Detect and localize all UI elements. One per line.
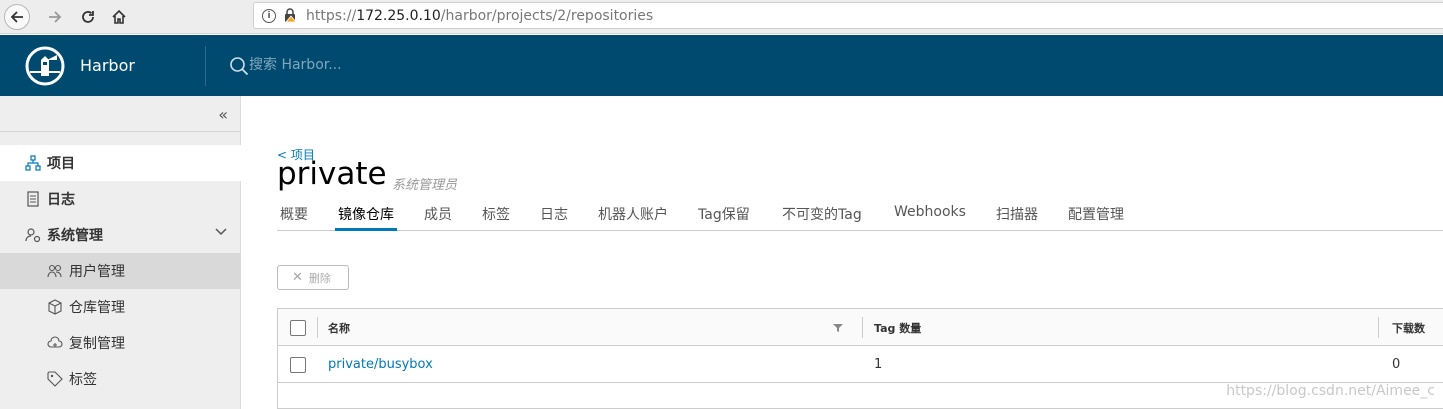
arrow-right-icon bbox=[49, 11, 62, 23]
tag-icon bbox=[47, 371, 63, 387]
repository-name-link[interactable]: private/busybox bbox=[328, 357, 433, 372]
table-header: 名称 Tag 数量 下载数 bbox=[278, 309, 1443, 346]
forward-button[interactable] bbox=[42, 4, 68, 30]
tab-logs[interactable]: 日志 bbox=[540, 204, 568, 224]
tag-count-cell: 1 bbox=[874, 357, 883, 372]
role-label: 系统管理员 bbox=[392, 178, 458, 193]
sidebar-item-users[interactable]: 用户管理 bbox=[0, 253, 241, 289]
sidebar-collapse-row: « bbox=[0, 96, 240, 132]
brand-name[interactable]: Harbor bbox=[80, 56, 135, 75]
delete-label: 删除 bbox=[308, 271, 331, 285]
watermark: https://blog.csdn.net/Aimee_c bbox=[1226, 383, 1435, 399]
sidebar-item-registries[interactable]: 仓库管理 bbox=[0, 289, 241, 325]
sidebar-item-labels[interactable]: 标签 bbox=[0, 361, 241, 397]
tab-summary[interactable]: 概要 bbox=[280, 204, 308, 224]
sidebar-item-label: 项目 bbox=[47, 156, 75, 172]
log-icon bbox=[27, 191, 39, 207]
search-icon bbox=[230, 57, 249, 76]
tab-labels[interactable]: 标签 bbox=[482, 204, 510, 224]
tab-repositories[interactable]: 镜像仓库 bbox=[338, 204, 394, 224]
delete-button[interactable]: ✕ 删除 bbox=[277, 265, 349, 290]
column-separator[interactable] bbox=[862, 317, 863, 338]
reload-button[interactable] bbox=[75, 4, 101, 30]
header-divider bbox=[205, 46, 206, 86]
column-separator bbox=[317, 317, 318, 338]
tab-scanners[interactable]: 扫描器 bbox=[996, 204, 1038, 224]
url-text: https://172.25.0.10/harbor/projects/2/re… bbox=[306, 7, 654, 24]
reload-icon bbox=[82, 11, 94, 23]
tab-bar: 概要 镜像仓库 成员 标签 日志 机器人账户 Tag保留 不可变的Tag Web… bbox=[277, 200, 1443, 231]
info-icon[interactable]: i bbox=[262, 8, 276, 23]
browser-toolbar: i https://172.25.0.10/harbor/projects/2/… bbox=[0, 0, 1443, 34]
column-header-name[interactable]: 名称 bbox=[328, 320, 350, 336]
registry-icon bbox=[48, 299, 62, 315]
replication-icon bbox=[47, 336, 63, 348]
chevron-down-icon[interactable] bbox=[215, 228, 227, 236]
address-bar[interactable]: i https://172.25.0.10/harbor/projects/2/… bbox=[253, 2, 1443, 29]
pull-count-cell: 0 bbox=[1392, 357, 1401, 372]
close-icon: ✕ bbox=[292, 270, 303, 285]
users-icon bbox=[47, 264, 62, 278]
sidebar-item-projects[interactable]: 项目 bbox=[0, 145, 241, 181]
column-header-tag-count[interactable]: Tag 数量 bbox=[874, 320, 921, 336]
lock-warning-icon[interactable] bbox=[283, 8, 297, 23]
sidebar: « 项目 日志 系统管理 用户管理 仓库管理 复制管理 标签 bbox=[0, 96, 241, 409]
sidebar-item-logs[interactable]: 日志 bbox=[0, 181, 241, 217]
home-icon bbox=[112, 9, 126, 24]
tab-robot-accounts[interactable]: 机器人账户 bbox=[598, 204, 668, 224]
tab-members[interactable]: 成员 bbox=[424, 204, 452, 224]
column-header-pulls[interactable]: 下载数 bbox=[1392, 320, 1425, 336]
main-content: < 项目 private 系统管理员 概要 镜像仓库 成员 标签 日志 机器人账… bbox=[242, 96, 1443, 409]
select-all-checkbox[interactable] bbox=[290, 320, 306, 336]
home-button[interactable] bbox=[106, 4, 132, 30]
sidebar-item-label: 标签 bbox=[69, 372, 97, 388]
active-tab-indicator bbox=[335, 228, 397, 231]
sidebar-item-label: 日志 bbox=[47, 192, 75, 208]
row-checkbox[interactable] bbox=[290, 357, 306, 373]
tab-immutable-tags[interactable]: 不可变的Tag bbox=[782, 204, 862, 224]
app-header: Harbor bbox=[0, 35, 1443, 96]
tab-configuration[interactable]: 配置管理 bbox=[1068, 204, 1124, 224]
collapse-sidebar-icon[interactable]: « bbox=[218, 105, 228, 124]
page-title: private bbox=[277, 156, 387, 192]
search-input[interactable] bbox=[249, 53, 509, 77]
projects-icon bbox=[25, 155, 41, 171]
sidebar-item-replication[interactable]: 复制管理 bbox=[0, 325, 241, 361]
tab-tag-retention[interactable]: Tag保留 bbox=[698, 204, 750, 224]
sidebar-item-label: 用户管理 bbox=[69, 264, 125, 280]
table-row: private/busybox 1 0 bbox=[278, 346, 1443, 383]
sidebar-item-admin[interactable]: 系统管理 bbox=[0, 217, 241, 253]
back-button[interactable] bbox=[4, 4, 30, 30]
sidebar-item-label: 复制管理 bbox=[69, 336, 125, 352]
harbor-logo-icon[interactable] bbox=[25, 46, 65, 86]
arrow-left-icon bbox=[10, 11, 23, 23]
sidebar-item-label: 系统管理 bbox=[47, 228, 103, 244]
column-separator[interactable] bbox=[1378, 317, 1379, 338]
sidebar-item-label: 仓库管理 bbox=[69, 300, 125, 316]
admin-icon bbox=[25, 228, 41, 243]
tab-webhooks[interactable]: Webhooks bbox=[894, 204, 966, 220]
filter-icon[interactable] bbox=[833, 323, 843, 333]
